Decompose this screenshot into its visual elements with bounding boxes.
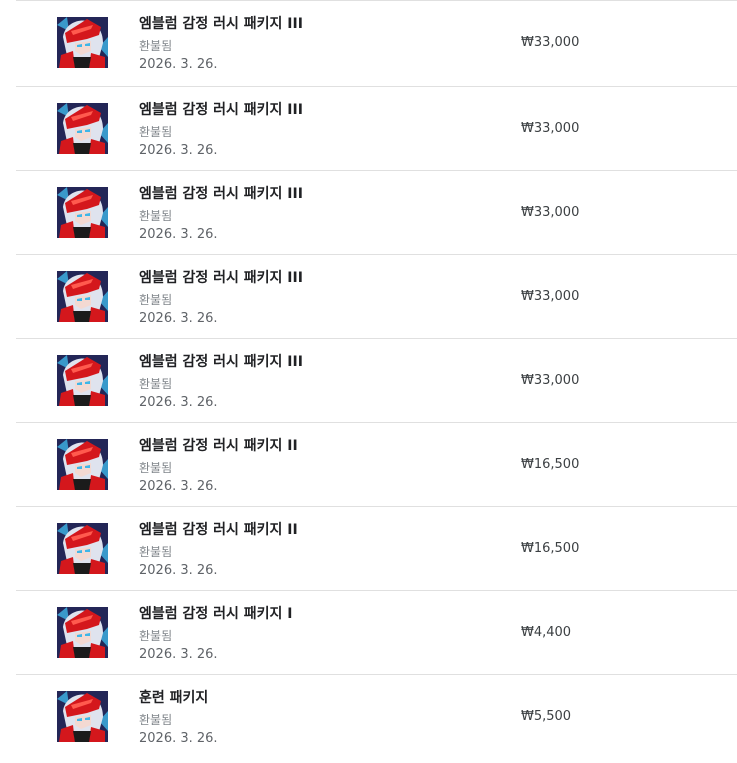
item-price: ₩33,000 xyxy=(521,35,580,50)
purchase-row[interactable]: 엠블럼 감정 러시 패키지 II 환불됨 2026. 3. 26. ₩16,50… xyxy=(16,506,737,590)
refund-status: 환불됨 xyxy=(139,293,173,307)
purchase-row[interactable]: 엠블럼 감정 러시 패키지 III 환불됨 2026. 3. 26. ₩33,0… xyxy=(16,0,737,86)
item-title: 엠블럼 감정 러시 패키지 I xyxy=(139,606,293,622)
purchase-row[interactable]: 엠블럼 감정 러시 패키지 II 환불됨 2026. 3. 26. ₩16,50… xyxy=(16,422,737,506)
game-character-icon xyxy=(57,523,108,574)
purchase-date: 2026. 3. 26. xyxy=(139,563,218,578)
item-title: 엠블럼 감정 러시 패키지 III xyxy=(139,16,303,32)
purchase-row[interactable]: 엠블럼 감정 러시 패키지 III 환불됨 2026. 3. 26. ₩33,0… xyxy=(16,254,737,338)
purchase-date: 2026. 3. 26. xyxy=(139,57,218,72)
game-character-icon xyxy=(57,355,108,406)
game-character-icon xyxy=(57,271,108,322)
refund-status: 환불됨 xyxy=(139,545,173,559)
purchase-date: 2026. 3. 26. xyxy=(139,731,218,746)
item-price: ₩4,400 xyxy=(521,625,572,640)
item-price: ₩16,500 xyxy=(521,457,580,472)
refund-status: 환불됨 xyxy=(139,39,173,53)
refund-status: 환불됨 xyxy=(139,377,173,391)
refund-status: 환불됨 xyxy=(139,713,173,727)
item-title: 엠블럼 감정 러시 패키지 II xyxy=(139,522,298,538)
purchase-date: 2026. 3. 26. xyxy=(139,311,218,326)
purchase-date: 2026. 3. 26. xyxy=(139,227,218,242)
item-price: ₩33,000 xyxy=(521,373,580,388)
purchase-history-list: 엠블럼 감정 러시 패키지 III 환불됨 2026. 3. 26. ₩33,0… xyxy=(0,0,737,758)
item-price: ₩33,000 xyxy=(521,205,580,220)
game-character-icon xyxy=(57,607,108,658)
game-character-icon xyxy=(57,187,108,238)
purchase-row[interactable]: 엠블럼 감정 러시 패키지 I 환불됨 2026. 3. 26. ₩4,400 xyxy=(16,590,737,674)
item-price: ₩33,000 xyxy=(521,121,580,136)
item-title: 엠블럼 감정 러시 패키지 III xyxy=(139,102,303,118)
purchase-date: 2026. 3. 26. xyxy=(139,395,218,410)
refund-status: 환불됨 xyxy=(139,125,173,139)
purchase-row[interactable]: 엠블럼 감정 러시 패키지 III 환불됨 2026. 3. 26. ₩33,0… xyxy=(16,86,737,170)
game-character-icon xyxy=(57,439,108,490)
item-title: 엠블럼 감정 러시 패키지 II xyxy=(139,438,298,454)
purchase-date: 2026. 3. 26. xyxy=(139,479,218,494)
item-price: ₩16,500 xyxy=(521,541,580,556)
purchase-row[interactable]: 엠블럼 감정 러시 패키지 III 환불됨 2026. 3. 26. ₩33,0… xyxy=(16,170,737,254)
refund-status: 환불됨 xyxy=(139,209,173,223)
purchase-row[interactable]: 훈련 패키지 환불됨 2026. 3. 26. ₩5,500 xyxy=(16,674,737,758)
game-character-icon xyxy=(57,103,108,154)
item-price: ₩5,500 xyxy=(521,709,572,724)
game-character-icon xyxy=(57,691,108,742)
refund-status: 환불됨 xyxy=(139,461,173,475)
purchase-row[interactable]: 엠블럼 감정 러시 패키지 III 환불됨 2026. 3. 26. ₩33,0… xyxy=(16,338,737,422)
item-title: 훈련 패키지 xyxy=(139,690,209,706)
refund-status: 환불됨 xyxy=(139,629,173,643)
item-title: 엠블럼 감정 러시 패키지 III xyxy=(139,270,303,286)
item-price: ₩33,000 xyxy=(521,289,580,304)
item-title: 엠블럼 감정 러시 패키지 III xyxy=(139,186,303,202)
item-title: 엠블럼 감정 러시 패키지 III xyxy=(139,354,303,370)
purchase-date: 2026. 3. 26. xyxy=(139,143,218,158)
purchase-date: 2026. 3. 26. xyxy=(139,647,218,662)
game-character-icon xyxy=(57,17,108,68)
